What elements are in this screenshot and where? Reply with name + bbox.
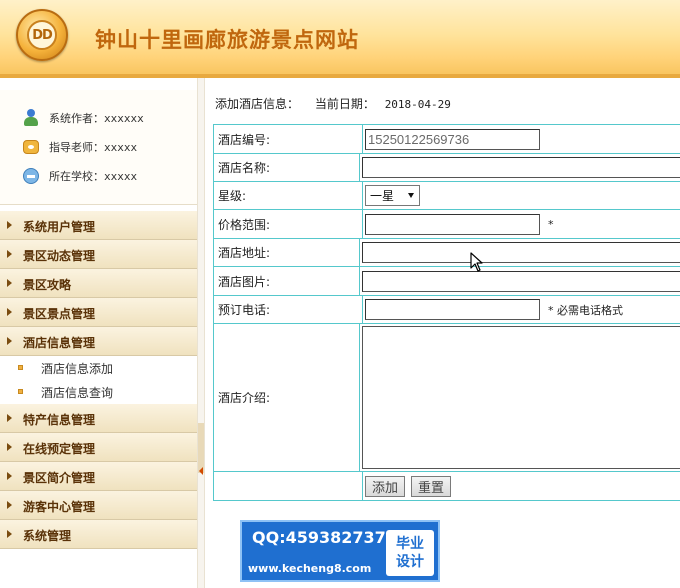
watermark-badge-line2: 设计	[396, 554, 424, 570]
author-label: 系统作者：xxxxxx	[49, 112, 144, 125]
main-content: 添加酒店信息： 当前日期： 2018-04-29 酒店编号: 152501225…	[206, 78, 680, 588]
logo-text: DD	[32, 27, 53, 43]
menu-item-user-management[interactable]: 系统用户管理	[0, 211, 197, 240]
hotel-id-label: 酒店编号:	[214, 125, 363, 153]
form-row-image: 酒店图片:	[214, 267, 680, 296]
star-select[interactable]: 一星	[365, 185, 420, 206]
form-row-hotel-name: 酒店名称:	[214, 154, 680, 182]
watermark-banner: QQ:459382737 www.kecheng8.com 毕业 设计	[240, 520, 440, 582]
star-select-value: 一星	[370, 189, 395, 203]
dropdown-caret-icon	[408, 193, 414, 198]
menu-item-attraction-management[interactable]: 景区景点管理	[0, 298, 197, 327]
image-label: 酒店图片:	[214, 267, 360, 295]
chevron-right-icon	[7, 414, 12, 422]
price-required-note: *	[548, 217, 554, 231]
chevron-right-icon	[7, 337, 12, 345]
form-row-intro: 酒店介绍:	[214, 324, 680, 472]
page-info: 添加酒店信息： 当前日期： 2018-04-29	[215, 95, 451, 112]
watermark-badge: 毕业 设计	[386, 530, 434, 576]
author-info-box: 系统作者：xxxxxx 指导老师：xxxxx 所在学校：xxxxx	[0, 90, 197, 205]
menu-item-intro-management[interactable]: 景区简介管理	[0, 462, 197, 491]
menu-item-specialty-management[interactable]: 特产信息管理	[0, 404, 197, 433]
teacher-icon	[22, 138, 40, 156]
chevron-right-icon	[7, 443, 12, 451]
address-input[interactable]	[362, 242, 680, 263]
bullet-icon	[18, 365, 23, 370]
chevron-right-icon	[7, 472, 12, 480]
chevron-right-icon	[7, 279, 12, 287]
chevron-right-icon	[7, 308, 12, 316]
form-row-star: 星级: 一星	[214, 182, 680, 210]
mouse-cursor-icon	[470, 252, 483, 272]
phone-label: 预订电话:	[214, 296, 363, 323]
hotel-name-input[interactable]	[362, 157, 680, 178]
menu-item-guide[interactable]: 景区攻略	[0, 269, 197, 298]
submenu-item-hotel-query[interactable]: 酒店信息查询	[0, 380, 197, 404]
menu-item-visitor-center[interactable]: 游客中心管理	[0, 491, 197, 520]
form-row-price: 价格范围: *	[214, 210, 680, 239]
menu-item-hotel-management[interactable]: 酒店信息管理	[0, 327, 197, 356]
chevron-right-icon	[7, 250, 12, 258]
price-label: 价格范围:	[214, 210, 363, 238]
form-row-phone: 预订电话: * 必需电话格式	[214, 296, 680, 324]
menu-item-booking-management[interactable]: 在线预定管理	[0, 433, 197, 462]
address-label: 酒店地址:	[214, 239, 360, 266]
sidebar-splitter[interactable]	[197, 78, 205, 588]
sidebar: 系统作者：xxxxxx 指导老师：xxxxx 所在学校：xxxxx 系统用户管理…	[0, 78, 197, 588]
teacher-info-row: 指导老师：xxxxx	[22, 138, 137, 156]
user-icon	[22, 109, 40, 127]
chevron-right-icon	[7, 501, 12, 509]
site-header: DD 钟山十里画廊旅游景点网站	[0, 0, 680, 78]
watermark-badge-line1: 毕业	[396, 536, 424, 552]
intro-label: 酒店介绍:	[214, 324, 360, 471]
reset-button[interactable]: 重置	[411, 475, 452, 497]
hotel-id-input[interactable]: 15250122569736	[365, 128, 540, 150]
site-logo: DD	[16, 9, 68, 61]
site-title: 钟山十里画廊旅游景点网站	[95, 27, 359, 52]
hotel-form: 酒店编号: 15250122569736 酒店名称: 星级: 一星 价格范围:	[213, 124, 680, 501]
star-label: 星级:	[214, 182, 363, 209]
hotel-name-label: 酒店名称:	[214, 154, 360, 181]
phone-input[interactable]	[365, 299, 540, 320]
school-icon	[22, 167, 40, 185]
intro-textarea[interactable]	[362, 326, 680, 469]
price-input[interactable]	[365, 213, 540, 235]
bullet-icon	[18, 389, 23, 394]
teacher-label: 指导老师：xxxxx	[49, 141, 138, 154]
author-info-row: 系统作者：xxxxxx	[22, 109, 144, 127]
watermark-url: www.kecheng8.com	[248, 562, 372, 575]
nav-menu: 系统用户管理 景区动态管理 景区攻略 景区景点管理 酒店信息管理 酒店信息添加 …	[0, 211, 197, 549]
menu-item-system-management[interactable]: 系统管理	[0, 520, 197, 549]
submenu-item-hotel-add[interactable]: 酒店信息添加	[0, 356, 197, 380]
date-label: 当前日期：	[314, 97, 375, 111]
phone-format-note: * 必需电话格式	[548, 303, 623, 317]
form-row-actions: 添加 重置	[214, 472, 680, 500]
image-input[interactable]	[362, 270, 680, 292]
add-button[interactable]: 添加	[365, 475, 406, 497]
current-date: 2018-04-29	[384, 98, 451, 111]
form-row-hotel-id: 酒店编号: 15250122569736	[214, 125, 680, 154]
watermark-qq: QQ:459382737	[252, 528, 386, 547]
collapse-arrow-icon[interactable]	[199, 467, 203, 475]
form-row-address: 酒店地址:	[214, 239, 680, 267]
chevron-right-icon	[7, 530, 12, 538]
school-info-row: 所在学校：xxxxx	[22, 167, 137, 185]
splitter-handle[interactable]	[198, 423, 204, 473]
page-label: 添加酒店信息：	[215, 97, 300, 111]
menu-item-news-management[interactable]: 景区动态管理	[0, 240, 197, 269]
chevron-right-icon	[7, 221, 12, 229]
school-label: 所在学校：xxxxx	[49, 170, 138, 183]
